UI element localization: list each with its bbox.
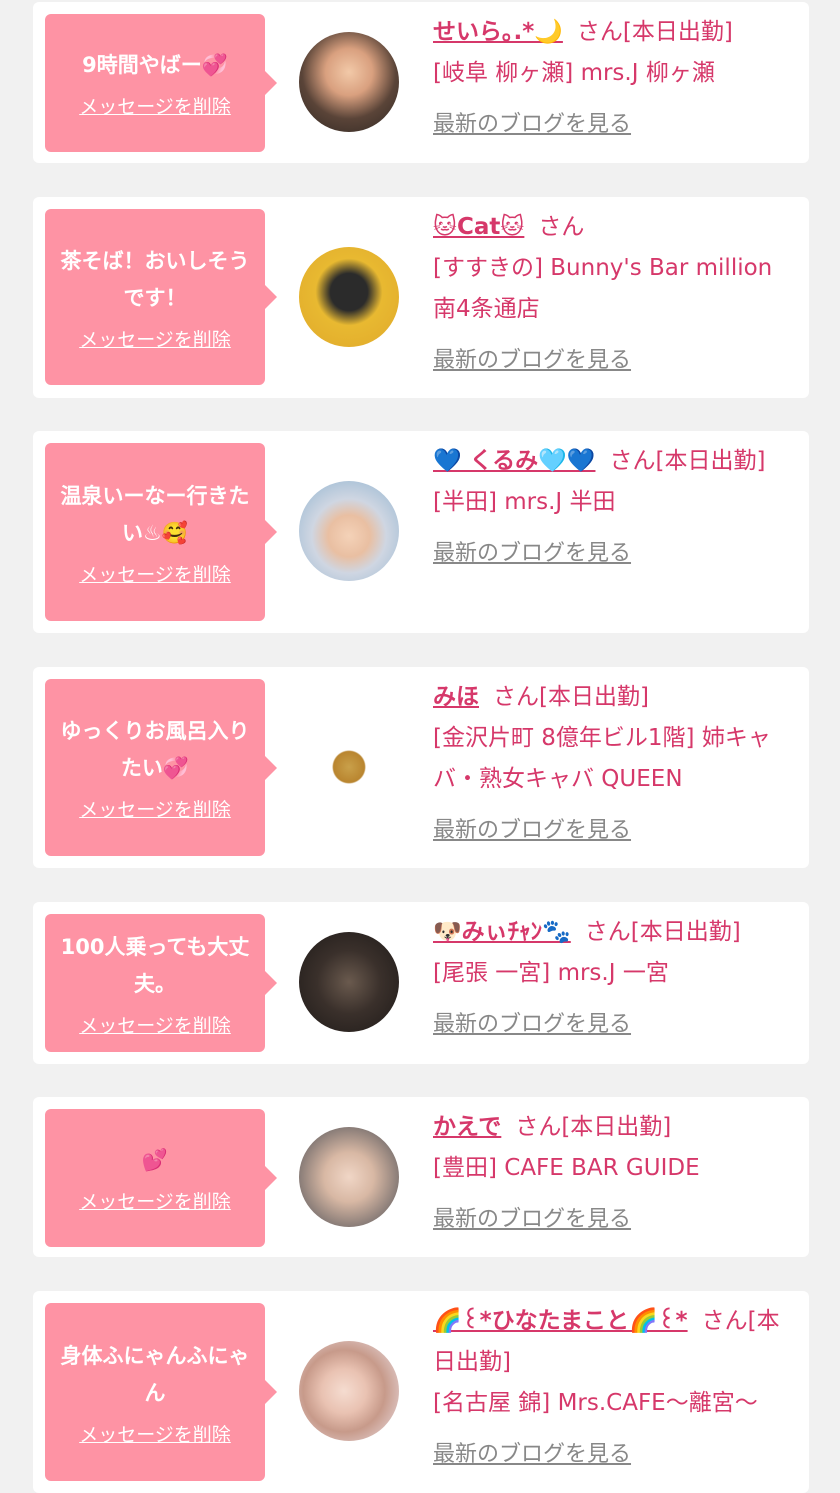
card-info: かえで さん[本日出勤] [豊田] CAFE BAR GUIDE 最新のブログを見… [433, 1107, 795, 1240]
message-text: ゆっくりお風呂入りたい💞 [60, 719, 250, 780]
blog-link[interactable]: 最新のブログを見る [433, 104, 631, 145]
blog-link[interactable]: 最新のブログを見る [433, 1004, 631, 1045]
shop-name: [尾張 一宮] mrs.J 一宮 [433, 960, 669, 986]
cast-name-link[interactable]: 🐱Cat🐱 [433, 214, 524, 240]
blog-link[interactable]: 最新のブログを見る [433, 1434, 631, 1475]
shop-name: [名古屋 錦] Mrs.CAFE〜離宮〜 [433, 1390, 758, 1416]
message-text: 茶そば！おいしそうです！ [60, 248, 250, 310]
blog-link[interactable]: 最新のブログを見る [433, 1199, 631, 1240]
cast-name-link[interactable]: せいら｡.*🌙 [433, 19, 563, 45]
cast-suffix: さん[本日出勤] [515, 1114, 672, 1140]
favorite-card: 9時間やばー💞 メッセージを削除 せいら｡.*🌙 さん[本日出勤] [岐阜 柳ヶ瀬… [33, 2, 809, 163]
card-info: せいら｡.*🌙 さん[本日出勤] [岐阜 柳ヶ瀬] mrs.J 柳ヶ瀬 最新のブロ… [433, 12, 795, 145]
avatar[interactable] [299, 932, 399, 1032]
delete-message-link[interactable]: メッセージを削除 [79, 1011, 231, 1038]
message-bubble: 身体ふにゃんふにゃん メッセージを削除 [45, 1303, 277, 1481]
shop-name: [豊田] CAFE BAR GUIDE [433, 1155, 700, 1181]
cast-suffix: さん[本日出勤] [584, 919, 741, 945]
message-text: 9時間やばー💞 [82, 53, 228, 77]
shop-name: [半田] mrs.J 半田 [433, 489, 616, 515]
cast-name-link[interactable]: かえで [433, 1114, 501, 1140]
delete-message-link[interactable]: メッセージを削除 [79, 795, 231, 822]
message-bubble: ゆっくりお風呂入りたい💞 メッセージを削除 [45, 679, 277, 856]
message-bubble: 💕 メッセージを削除 [45, 1109, 277, 1247]
cast-suffix: さん[本日出勤] [493, 684, 649, 710]
delete-message-link[interactable]: メッセージを削除 [79, 325, 231, 352]
message-bubble: 9時間やばー💞 メッセージを削除 [45, 14, 277, 152]
card-info: 🐶みぃﾁｬﾝ🐾 さん[本日出勤] [尾張 一宮] mrs.J 一宮 最新のブログを… [433, 912, 795, 1045]
blog-link[interactable]: 最新のブログを見る [433, 533, 631, 574]
card-info: 🐱Cat🐱 さん [すすきの] Bunny's Bar million 南4条通店… [433, 207, 795, 381]
cast-name-link[interactable]: みほ [433, 684, 479, 710]
message-bubble: 温泉いーなー行きたい♨🥰 メッセージを削除 [45, 443, 277, 621]
blog-link[interactable]: 最新のブログを見る [433, 810, 631, 851]
message-text: 温泉いーなー行きたい♨🥰 [60, 483, 250, 545]
favorite-card: 100人乗っても大丈夫。 メッセージを削除 🐶みぃﾁｬﾝ🐾 さん[本日出勤] [尾… [33, 902, 809, 1064]
cast-name-link[interactable]: 🐶みぃﾁｬﾝ🐾 [433, 919, 571, 945]
avatar[interactable] [299, 481, 399, 581]
cast-suffix: さん[本日出勤] [576, 19, 733, 45]
card-info: 🌈꒰*ひなたまこと🌈꒰* さん[本日出勤] [名古屋 錦] Mrs.CAFE〜離宮… [433, 1301, 795, 1475]
message-text: 100人乗っても大丈夫。 [60, 934, 250, 996]
shop-logo-icon[interactable] [299, 717, 399, 817]
delete-message-link[interactable]: メッセージを削除 [79, 560, 231, 587]
avatar[interactable] [299, 1127, 399, 1227]
favorite-card: 身体ふにゃんふにゃん メッセージを削除 🌈꒰*ひなたまこと🌈꒰* さん[本日出勤]… [33, 1291, 809, 1493]
cast-suffix: さん[本日出勤] [609, 448, 766, 474]
message-bubble: 100人乗っても大丈夫。 メッセージを削除 [45, 914, 277, 1052]
shop-name: [金沢片町 8億年ビル1階] 姉キャバ・熟女キャバ QUEEN [433, 725, 771, 792]
cast-name-link[interactable]: 💙 くるみ🩵💙 [433, 448, 595, 474]
shop-name: [すすきの] Bunny's Bar million 南4条通店 [433, 255, 773, 322]
shop-name: [岐阜 柳ヶ瀬] mrs.J 柳ヶ瀬 [433, 60, 715, 86]
avatar[interactable] [299, 32, 399, 132]
cast-name-link[interactable]: 🌈꒰*ひなたまこと🌈꒰* [433, 1308, 688, 1334]
favorite-card: 💕 メッセージを削除 かえで さん[本日出勤] [豊田] CAFE BAR GUI… [33, 1097, 809, 1257]
delete-message-link[interactable]: メッセージを削除 [79, 1187, 231, 1214]
delete-message-link[interactable]: メッセージを削除 [79, 92, 231, 119]
message-text: 💕 [141, 1148, 169, 1172]
message-bubble: 茶そば！おいしそうです！ メッセージを削除 [45, 209, 277, 385]
avatar[interactable] [299, 247, 399, 347]
card-info: 💙 くるみ🩵💙 さん[本日出勤] [半田] mrs.J 半田 最新のブログを見る [433, 441, 795, 574]
cast-suffix: さん [538, 214, 585, 240]
favorite-card: 温泉いーなー行きたい♨🥰 メッセージを削除 💙 くるみ🩵💙 さん[本日出勤] [半… [33, 431, 809, 633]
card-info: みほ さん[本日出勤] [金沢片町 8億年ビル1階] 姉キャバ・熟女キャバ QUE… [433, 677, 795, 851]
avatar[interactable] [299, 1341, 399, 1441]
delete-message-link[interactable]: メッセージを削除 [79, 1420, 231, 1447]
message-text: 身体ふにゃんふにゃん [60, 1343, 250, 1405]
favorite-card: ゆっくりお風呂入りたい💞 メッセージを削除 みほ さん[本日出勤] [金沢片町 8… [33, 667, 809, 868]
blog-link[interactable]: 最新のブログを見る [433, 340, 631, 381]
favorite-card: 茶そば！おいしそうです！ メッセージを削除 🐱Cat🐱 さん [すすきの] Bun… [33, 197, 809, 398]
